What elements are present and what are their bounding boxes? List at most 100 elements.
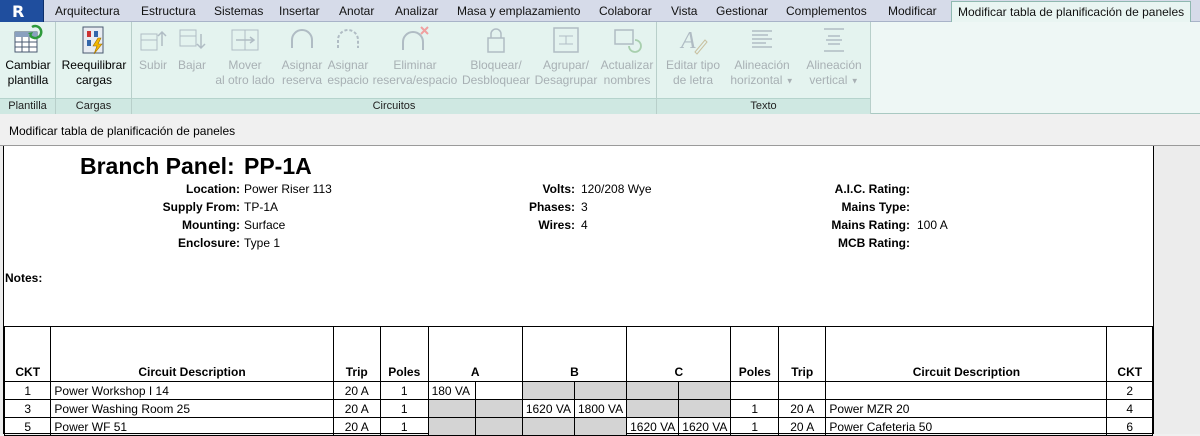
drawing-canvas[interactable]: Branch Panel: PP-1A Location: Power Rise… xyxy=(0,146,1200,436)
panel-name[interactable]: PP-1A xyxy=(244,153,312,180)
bloquear-desbloquear-button[interactable]: Bloquear/ Desbloquear xyxy=(461,24,531,88)
tab-gestionar[interactable]: Gestionar xyxy=(716,3,768,22)
asignar-espacio-button[interactable]: Asignar espacio xyxy=(326,24,370,88)
tab-masa-emplazamiento[interactable]: Masa y emplazamiento xyxy=(457,3,580,22)
tab-insertar[interactable]: Insertar xyxy=(279,3,320,22)
load-a-right[interactable] xyxy=(475,417,523,436)
poles-right[interactable]: 1 xyxy=(730,399,780,418)
load-b-left[interactable]: 1620 VA xyxy=(521,399,575,418)
remove-spare-icon xyxy=(402,26,429,50)
subir-button[interactable]: Subir xyxy=(136,24,170,73)
poles-right[interactable]: 1 xyxy=(730,417,780,436)
load-c-right[interactable] xyxy=(678,399,732,418)
panel-cargas: Reequilibrar cargas Cargas xyxy=(56,22,132,114)
tab-estructura[interactable]: Estructura xyxy=(141,3,196,22)
trip-right[interactable]: 20 A xyxy=(778,399,827,418)
tab-sistemas[interactable]: Sistemas xyxy=(214,3,263,22)
ckt-right[interactable]: 4 xyxy=(1106,399,1153,418)
bloquear-label-1: Bloquear/ xyxy=(470,58,522,72)
ribbon: Cambiar plantilla Plantilla Reequilibrar… xyxy=(0,22,1200,114)
enclosure-value[interactable]: Type 1 xyxy=(244,236,280,250)
supply-from-value[interactable]: TP-1A xyxy=(244,200,278,214)
editar-tipo-label-1: Editar tipo xyxy=(665,58,721,72)
load-b-left[interactable] xyxy=(521,381,575,400)
header-ckt-left: CKT xyxy=(3,326,52,382)
table-row[interactable]: 3 Power Washing Room 25 20 A 1 1620 VA 1… xyxy=(3,399,1153,418)
load-a-right[interactable] xyxy=(475,381,523,400)
poles-left[interactable]: 1 xyxy=(379,417,429,436)
ckt-left[interactable]: 1 xyxy=(3,381,52,400)
panel-title-texto: Texto xyxy=(657,98,870,114)
trip-right[interactable] xyxy=(778,381,827,400)
ckt-left[interactable]: 5 xyxy=(3,417,52,436)
load-b-left[interactable] xyxy=(521,417,575,436)
phases-value[interactable]: 3 xyxy=(581,200,588,214)
poles-left[interactable]: 1 xyxy=(379,399,429,418)
load-b-right[interactable] xyxy=(573,381,628,400)
tab-complementos[interactable]: Complementos xyxy=(786,3,867,22)
options-bar-label: Modificar tabla de planificación de pane… xyxy=(9,124,236,138)
panel-schedule-sheet[interactable]: Branch Panel: PP-1A Location: Power Rise… xyxy=(3,146,1154,436)
ckt-right[interactable]: 2 xyxy=(1106,381,1153,400)
load-a-left[interactable] xyxy=(427,399,477,418)
poles-right[interactable] xyxy=(730,381,780,400)
load-a-left[interactable]: 180 VA xyxy=(427,381,477,400)
align-vertical-icon xyxy=(824,28,844,52)
tab-vista[interactable]: Vista xyxy=(671,3,697,22)
location-value[interactable]: Power Riser 113 xyxy=(244,182,332,196)
load-c-left[interactable] xyxy=(626,399,680,418)
wires-value[interactable]: 4 xyxy=(581,218,588,232)
load-c-right[interactable]: 1620 VA xyxy=(678,417,732,436)
actualizar-nombres-button[interactable]: Actualizar nombres xyxy=(599,24,655,88)
description-right[interactable]: Power Cafeteria 50 xyxy=(825,417,1108,436)
load-c-right[interactable] xyxy=(678,381,732,400)
agrupar-desagrupar-button[interactable]: Agrupar/ Desagrupar xyxy=(533,24,599,88)
description-left[interactable]: Power Workshop I 14 xyxy=(50,381,334,400)
trip-left[interactable]: 20 A xyxy=(332,381,381,400)
header-description-left: Circuit Description xyxy=(50,326,334,382)
load-c-left[interactable] xyxy=(626,381,680,400)
description-left[interactable]: Power WF 51 xyxy=(50,417,334,436)
asignar-reserva-label-2: reserva xyxy=(281,73,322,87)
load-b-right[interactable] xyxy=(573,417,628,436)
eliminar-reserva-espacio-button[interactable]: Eliminar reserva/espacio xyxy=(372,24,458,88)
table-row[interactable]: 5 Power WF 51 20 A 1 1620 VA 1620 VA 1 2… xyxy=(3,417,1153,436)
bajar-label: Bajar xyxy=(177,58,206,72)
asignar-reserva-label-1: Asignar xyxy=(281,58,323,72)
load-a-right[interactable] xyxy=(475,399,523,418)
asignar-reserva-button[interactable]: Asignar reserva xyxy=(280,24,324,88)
description-left[interactable]: Power Washing Room 25 xyxy=(50,399,334,418)
mains-rating-value[interactable]: 100 A xyxy=(917,218,948,232)
table-row[interactable]: 1 Power Workshop I 14 20 A 1 180 VA 2 xyxy=(3,381,1153,400)
application-menu-button[interactable]: R xyxy=(0,0,44,22)
tab-colaborar[interactable]: Colaborar xyxy=(599,3,652,22)
bajar-button[interactable]: Bajar xyxy=(174,24,210,73)
mounting-value[interactable]: Surface xyxy=(244,218,285,232)
cambiar-plantilla-label-2: plantilla xyxy=(7,73,49,87)
cambiar-plantilla-button[interactable]: Cambiar plantilla xyxy=(4,24,52,88)
tab-anotar[interactable]: Anotar xyxy=(339,3,374,22)
ckt-left[interactable]: 3 xyxy=(3,399,52,418)
header-trip-left: Trip xyxy=(332,326,381,382)
poles-left[interactable]: 1 xyxy=(379,381,429,400)
mover-al-otro-lado-button[interactable]: Mover al otro lado xyxy=(212,24,278,88)
volts-value[interactable]: 120/208 Wye xyxy=(581,182,652,196)
alineacion-vertical-button[interactable]: Alineación vertical ▼ xyxy=(800,24,868,88)
trip-right[interactable]: 20 A xyxy=(778,417,827,436)
tab-modificar[interactable]: Modificar xyxy=(888,3,937,22)
reequilibrar-cargas-button[interactable]: Reequilibrar cargas xyxy=(60,24,128,88)
editar-tipo-letra-button[interactable]: A Editar tipo de letra xyxy=(661,24,725,88)
description-right[interactable]: Power MZR 20 xyxy=(825,399,1108,418)
load-b-right[interactable]: 1800 VA xyxy=(573,399,628,418)
description-right[interactable] xyxy=(825,381,1108,400)
load-c-left[interactable]: 1620 VA xyxy=(626,417,680,436)
trip-left[interactable]: 20 A xyxy=(332,417,381,436)
header-poles-right: Poles xyxy=(730,326,780,382)
alineacion-horizontal-button[interactable]: Alineación horizontal ▼ xyxy=(727,24,797,88)
tab-analizar[interactable]: Analizar xyxy=(395,3,438,22)
tab-modificar-tabla-paneles[interactable]: Modificar tabla de planificación de pane… xyxy=(951,1,1192,22)
ckt-right[interactable]: 6 xyxy=(1106,417,1153,436)
tab-arquitectura[interactable]: Arquitectura xyxy=(55,3,120,22)
trip-left[interactable]: 20 A xyxy=(332,399,381,418)
load-a-left[interactable] xyxy=(427,417,477,436)
